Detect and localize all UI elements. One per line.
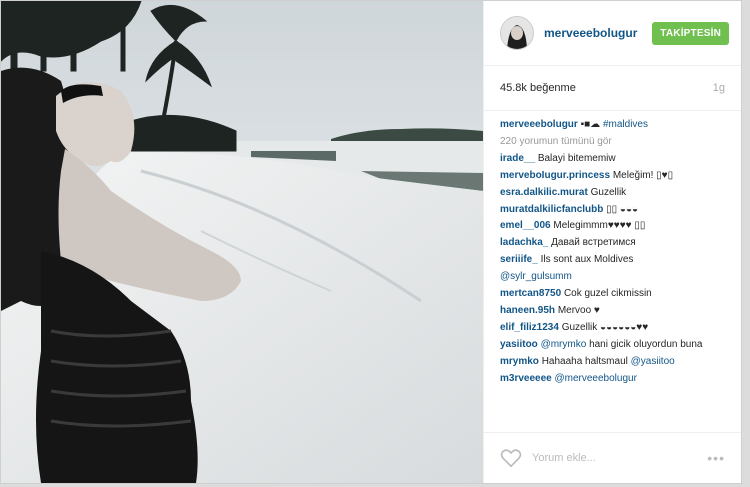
comment-mention[interactable]: @mrymko (541, 339, 587, 350)
comment-text: hani gicik oluyordun buna (589, 338, 703, 350)
comment-username[interactable]: emel__006 (500, 220, 551, 231)
caption-emojis: ▪■☁ (580, 119, 601, 130)
caption-username[interactable]: merveeebolugur (500, 119, 578, 130)
comment-text: Mervoo ♥ (557, 304, 600, 316)
likes-count[interactable]: 45.8k beğenme (500, 82, 576, 94)
comment-username[interactable]: m3rveeeee (500, 373, 552, 384)
comment-text: Ils sont aux Moldives (540, 254, 634, 266)
avatar-image (501, 17, 533, 49)
comment-username[interactable]: haneen.95h (500, 305, 555, 316)
caption-hashtag[interactable]: #maldives (603, 119, 648, 130)
post-header: merveeebolugur TAKİPTESİN (484, 1, 741, 66)
post-sidebar: merveeebolugur TAKİPTESİN 45.8k beğenme … (483, 1, 741, 483)
comment-text: Guzellik (590, 186, 627, 198)
post-photo[interactable] (1, 1, 483, 483)
comment: elif_filiz1234 Guzellik ◒◒◒◒◒◒♥♥ (500, 320, 725, 337)
comment-mention[interactable]: @sylr_gulsumm (500, 271, 572, 282)
comment: ladachka_ Давай встретимся (500, 235, 725, 252)
comment-username[interactable]: elif_filiz1234 (500, 322, 559, 333)
comment: haneen.95h Mervoo ♥ (500, 303, 725, 320)
comment-text: ▯▯ ◒◒◒ (606, 203, 639, 215)
caption: merveeebolugur ▪■☁ #maldives (500, 117, 725, 134)
comment: mrymko Hahaaha haltsmaul @yasiitoo (500, 354, 725, 371)
instagram-post: merveeebolugur TAKİPTESİN 45.8k beğenme … (0, 0, 742, 484)
comment-text: Meleğim! ▯♥▯ (612, 169, 674, 181)
comment-text: Guzellik ◒◒◒◒◒◒♥♥ (561, 321, 649, 333)
comment: muratdalkilicfanclubb ▯▯ ◒◒◒ (500, 202, 725, 219)
likes-row: 45.8k beğenme 1g (484, 66, 741, 111)
comment-text: Давай встретимся (551, 237, 636, 249)
comment-mention[interactable]: @yasiitoo (631, 356, 675, 367)
heart-icon[interactable] (500, 448, 522, 468)
comment: m3rveeeee @merveeebolugur (500, 371, 725, 388)
more-options-icon[interactable]: ••• (707, 450, 725, 466)
comment: seriiife_ Ils sont aux Moldives @sylr_gu… (500, 252, 725, 286)
comment: merveboIugur.princess Meleğim! ▯♥▯ (500, 168, 725, 185)
view-all-comments-link[interactable]: 220 yorumun tümünü gör (500, 134, 725, 151)
comment-username[interactable]: yasiitoo (500, 339, 538, 350)
comment-mention[interactable]: @merveeebolugur (555, 373, 637, 384)
comment-username[interactable]: mrymko (500, 356, 539, 367)
following-button[interactable]: TAKİPTESİN (652, 21, 729, 45)
comment-username[interactable]: esra.dalkilic.murat (500, 187, 588, 198)
comment-bar: Yorum ekle... ••• (484, 432, 741, 483)
comment: mertcan8750 Cok guzel cikmissin (500, 286, 725, 303)
comment: irade__ Balayi bitememiw (500, 151, 725, 168)
comments-list: merveeebolugur ▪■☁ #maldives 220 yorumun… (484, 111, 741, 437)
comment-text: Melegimmm♥♥♥♥ ▯▯ (553, 220, 646, 232)
comment-username[interactable]: merveboIugur.princess (500, 170, 610, 181)
post-time[interactable]: 1g (713, 82, 725, 94)
beach-photo-illustration (1, 1, 483, 483)
comment-text: Balayi bitememiw (537, 152, 616, 164)
comment-username[interactable]: irade__ (500, 153, 535, 164)
post-username[interactable]: merveeebolugur (544, 26, 652, 40)
comment-text: Hahaaha haltsmaul (541, 355, 628, 367)
comment: emel__006 Melegimmm♥♥♥♥ ▯▯ (500, 218, 725, 235)
comment-input[interactable]: Yorum ekle... (532, 452, 707, 464)
comment: esra.dalkilic.murat Guzellik (500, 185, 725, 202)
comment-username[interactable]: muratdalkilicfanclubb (500, 204, 603, 215)
comment-username[interactable]: mertcan8750 (500, 288, 561, 299)
comment-username[interactable]: seriiife_ (500, 254, 538, 265)
avatar[interactable] (500, 16, 534, 50)
comment-username[interactable]: ladachka_ (500, 237, 548, 248)
comment: yasiitoo @mrymko hani gicik oluyordun bu… (500, 337, 725, 354)
comment-text: Cok guzel cikmissin (563, 288, 652, 300)
